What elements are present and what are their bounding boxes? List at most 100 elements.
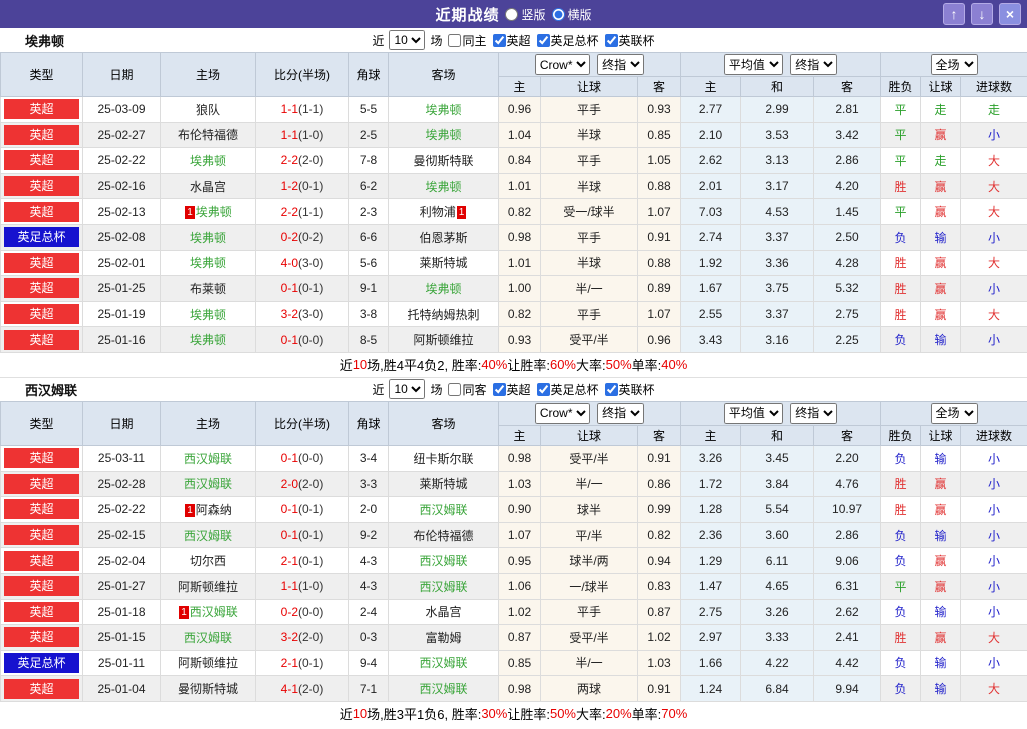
- cell-date: 25-01-19: [82, 300, 161, 328]
- cell-avg-draw: 3.37: [740, 223, 815, 251]
- scope-select[interactable]: 全场: [930, 54, 978, 75]
- result-label: 赢: [934, 554, 947, 569]
- cell-away-team: 利物浦 1: [388, 198, 499, 225]
- cell-home-team: 埃弗顿: [160, 249, 256, 277]
- match-row: 英超 25-01-15 西汉姆联 3-2(2-0) 0-3 富勒姆 0.87 受平/半 1.02…: [0, 624, 1027, 651]
- cell-odds-away: 0.96: [636, 326, 682, 353]
- vertical-radio-input[interactable]: [505, 7, 519, 21]
- full-time-score: 0-1: [280, 332, 298, 347]
- league-checkbox-eflcup[interactable]: 英联杯: [601, 32, 655, 49]
- same-away-input[interactable]: [448, 382, 462, 396]
- fa-cup-input[interactable]: [536, 33, 550, 47]
- premier-league-input[interactable]: [492, 382, 506, 396]
- scroll-up-button[interactable]: ↑: [943, 3, 965, 25]
- bookmaker-select[interactable]: Crow*: [534, 54, 590, 75]
- layout-horizontal-radio[interactable]: 横版: [551, 6, 592, 23]
- same-away-checkbox[interactable]: 同客: [444, 381, 487, 398]
- cell-result-handicap: 赢: [920, 624, 962, 651]
- col-score: 比分(半场): [255, 52, 349, 97]
- result-label: 小: [988, 656, 1001, 671]
- cell-odds-home: 0.98: [498, 444, 541, 472]
- efl-cup-input[interactable]: [604, 33, 618, 47]
- cell-result-goals: 大: [960, 198, 1027, 225]
- cell-avg-draw: 3.37: [740, 300, 815, 328]
- avg-final-select[interactable]: 终指: [790, 54, 838, 75]
- cell-result-winloss: 胜: [880, 172, 922, 200]
- league-checkbox-premier[interactable]: 英超: [489, 381, 531, 398]
- horizontal-radio-input[interactable]: [551, 7, 565, 21]
- efl-cup-input[interactable]: [604, 382, 618, 396]
- summary-line: 近 10 场,胜4平4负2, 胜率: 40% 让胜率: 60% 大率: 50% 单率: 40…: [0, 352, 1027, 377]
- cell-score: 4-0(3-0): [255, 249, 349, 277]
- cell-score: 0-1(0-1): [255, 521, 349, 549]
- cell-type: 英超: [0, 198, 83, 225]
- result-label: 输: [934, 451, 947, 466]
- cell-avg-away: 1.45: [813, 198, 882, 225]
- match-row: 英超 25-03-11 西汉姆联 0-1(0-0) 3-4 纽卡斯尔联 0.98 受平/半 0.…: [0, 444, 1027, 472]
- result-label: 输: [934, 656, 947, 671]
- layout-vertical-radio[interactable]: 竖版: [505, 6, 546, 23]
- games-count-select[interactable]: 10: [389, 379, 426, 400]
- premier-league-input[interactable]: [492, 33, 506, 47]
- odds-final-select[interactable]: 终指: [597, 54, 645, 75]
- cell-result-winloss: 胜: [880, 249, 922, 277]
- cell-score: 4-1(2-0): [255, 675, 349, 702]
- average-select[interactable]: 平均值: [723, 402, 783, 424]
- average-select[interactable]: 平均值: [723, 54, 783, 75]
- league-checkbox-premier[interactable]: 英超: [489, 32, 531, 49]
- cell-result-goals: 小: [960, 521, 1027, 549]
- league-badge: 英超: [4, 124, 79, 145]
- same-home-input[interactable]: [448, 33, 462, 47]
- full-time-score: 4-0: [280, 255, 298, 270]
- cell-avg-draw: 2.99: [740, 96, 815, 123]
- cell-result-handicap: 赢: [920, 572, 962, 600]
- bookmaker-select[interactable]: Crow*: [534, 402, 590, 424]
- close-button[interactable]: ×: [999, 3, 1021, 25]
- cell-avg-away: 2.86: [813, 147, 882, 174]
- cell-date: 25-02-22: [82, 147, 161, 174]
- league-checkbox-facup[interactable]: 英足总杯: [533, 381, 599, 398]
- cell-avg-home: 1.47: [680, 572, 742, 600]
- games-count-select[interactable]: 10: [389, 30, 426, 50]
- cell-result-handicap: 赢: [920, 249, 962, 277]
- team-label: 西汉姆联: [183, 451, 232, 466]
- summary-segment: 近: [339, 358, 353, 374]
- league-checkbox-facup[interactable]: 英足总杯: [533, 32, 599, 49]
- league-checkbox-eflcup[interactable]: 英联杯: [601, 381, 655, 398]
- avg-select-group: 平均值 终指: [680, 52, 882, 77]
- team-name: 西汉姆联: [25, 382, 78, 398]
- scope-select[interactable]: 全场: [930, 402, 978, 424]
- titlebar-buttons: ↑ ↓ ×: [943, 3, 1021, 25]
- cell-avg-away: 4.20: [813, 172, 882, 200]
- cell-avg-home: 3.43: [680, 326, 742, 353]
- cell-score: 2-2(1-1): [255, 198, 349, 225]
- half-time-score: (2-0): [298, 153, 324, 168]
- team-label: 西汉姆联: [183, 528, 232, 543]
- half-time-score: (0-1): [298, 528, 324, 543]
- team-label: 埃弗顿: [189, 307, 226, 322]
- cell-type: 英超: [0, 675, 83, 702]
- same-home-checkbox[interactable]: 同主: [444, 32, 487, 49]
- cell-score: 1-1(1-0): [255, 572, 349, 600]
- cell-home-team: 西汉姆联: [160, 624, 256, 651]
- cell-avg-away: 9.06: [813, 547, 882, 574]
- result-label: 输: [934, 605, 947, 620]
- avg-final-select[interactable]: 终指: [790, 402, 838, 424]
- cell-date: 25-01-27: [82, 572, 161, 600]
- cell-avg-away: 5.32: [813, 275, 882, 302]
- cell-corner: 3-8: [348, 300, 389, 328]
- cell-corner: 6-2: [348, 172, 389, 200]
- team-label: 切尔西: [189, 554, 226, 569]
- result-label: 平: [894, 102, 907, 117]
- cell-result-winloss: 负: [880, 598, 922, 626]
- cell-avg-home: 2.75: [680, 598, 742, 626]
- result-label: 输: [934, 333, 947, 348]
- team-label: 莱斯特城: [419, 477, 468, 492]
- cell-odds-away: 0.88: [636, 172, 682, 200]
- summary-segment: 40%: [661, 357, 688, 373]
- fa-cup-input[interactable]: [536, 382, 550, 396]
- cell-type: 英超: [0, 147, 83, 174]
- odds-final-select[interactable]: 终指: [597, 402, 645, 424]
- league-badge: 英超: [4, 678, 79, 699]
- scroll-down-button[interactable]: ↓: [971, 3, 993, 25]
